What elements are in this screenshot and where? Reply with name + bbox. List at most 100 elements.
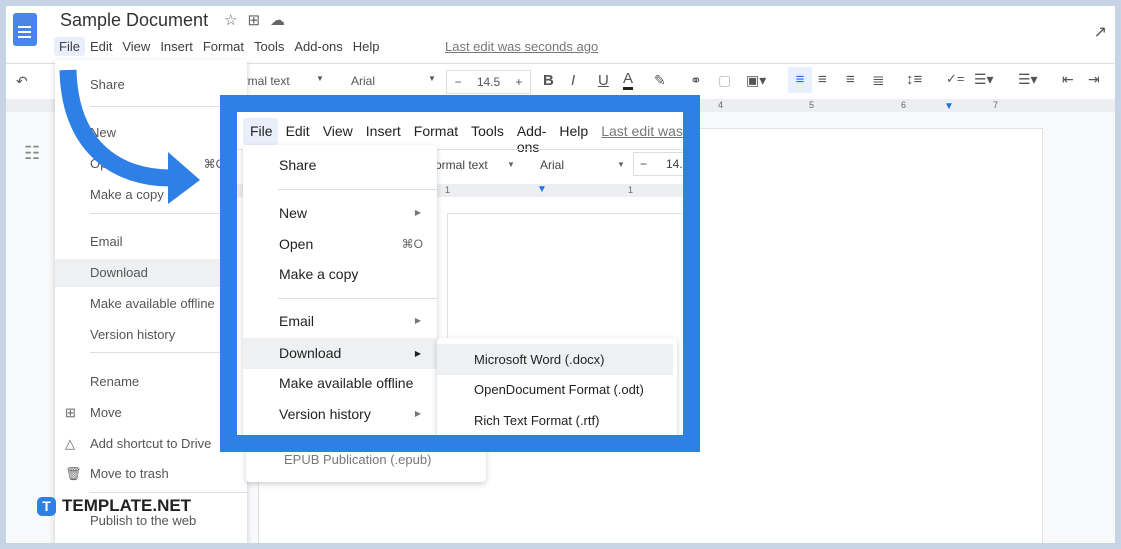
numbered-list-icon[interactable]: ☰▾ <box>1018 71 1038 88</box>
menu-item-share[interactable]: Share <box>243 151 437 179</box>
cloud-status-icon[interactable]: ☁ <box>270 12 295 29</box>
ruler-tick: 7 <box>993 100 999 110</box>
menu-addons[interactable]: Add-ons <box>289 37 347 56</box>
folder-move-icon: ⊞ <box>65 405 76 420</box>
menu-tools[interactable]: Tools <box>471 123 504 155</box>
chevron-down-icon: ▼ <box>617 160 625 169</box>
menu-addons[interactable]: Add-ons <box>517 123 547 155</box>
last-edit-link[interactable]: Last edit was seconds ago <box>445 39 598 54</box>
download-submenu: Microsoft Word (.docx) OpenDocument Form… <box>437 338 677 435</box>
undo-icon[interactable]: ↶ <box>16 73 28 90</box>
image-icon[interactable]: ▣▾ <box>746 72 766 89</box>
menu-help[interactable]: Help <box>559 123 588 155</box>
menu-view[interactable]: View <box>117 37 155 56</box>
menu-item-email[interactable]: Email <box>55 228 247 256</box>
align-right-icon[interactable]: ≡ <box>846 71 855 88</box>
line-spacing-icon[interactable]: ↕≡ <box>906 71 922 88</box>
menu-bar: File Edit View Insert Format Tools Add-o… <box>54 37 385 56</box>
text-color-button[interactable]: A <box>623 70 634 90</box>
shortcut: ⌘O <box>401 237 423 251</box>
template-logo-icon: T <box>37 496 56 516</box>
document-title[interactable]: Sample Document <box>60 10 208 31</box>
menu-item-open[interactable]: Open ⌘O <box>243 230 437 258</box>
menu-file[interactable]: File <box>54 37 85 56</box>
justify-icon[interactable]: ≣ <box>872 71 885 89</box>
ruler-tick: 1 <box>445 185 451 195</box>
increase-indent-icon[interactable]: ⇥ <box>1088 71 1100 88</box>
ruler-tick: 4 <box>718 100 724 110</box>
submenu-arrow-icon: ▶ <box>414 409 421 418</box>
chevron-down-icon: ▼ <box>507 160 515 169</box>
activity-trend-icon[interactable]: ↗ <box>1094 22 1107 42</box>
menu-edit[interactable]: Edit <box>85 37 117 56</box>
ruler-tick: 5 <box>809 100 815 110</box>
increase-size-button[interactable]: + <box>515 75 522 89</box>
menu-item-odt[interactable]: OpenDocument Format (.odt) <box>437 376 677 404</box>
menu-item-download[interactable]: Download <box>55 259 247 287</box>
submenu-arrow-icon: ▶ <box>414 349 421 358</box>
menu-format[interactable]: Format <box>198 37 249 56</box>
menu-item-email[interactable]: Email ▶ <box>243 307 437 335</box>
italic-button[interactable]: I <box>571 72 575 89</box>
template-net-watermark: T TEMPLATE.NET <box>37 496 191 516</box>
menu-item-trash[interactable]: 🗑 Move to trash <box>55 460 247 488</box>
menu-item-rename[interactable]: Rename <box>55 368 247 396</box>
menu-item-copy[interactable]: Make a copy <box>243 260 437 288</box>
outline-icon[interactable]: ☷ <box>24 143 40 164</box>
menu-item-docx[interactable]: Microsoft Word (.docx) <box>437 344 673 375</box>
comment-icon[interactable]: ▢ <box>718 72 731 89</box>
font-size-value[interactable]: 14.5 <box>477 75 500 89</box>
link-icon[interactable]: ⚭ <box>690 72 702 89</box>
chevron-down-icon: ▼ <box>428 74 436 83</box>
submenu-arrow-icon: ▶ <box>414 208 421 217</box>
decrease-size-button[interactable]: − <box>640 157 647 171</box>
ruler-tick: 6 <box>901 100 907 110</box>
menu-item-version-history[interactable]: Version history <box>55 321 247 349</box>
header: Sample Document ☆⊞☁ File Edit View Inser… <box>6 6 1115 62</box>
underline-button[interactable]: U <box>598 72 609 89</box>
highlight-icon[interactable]: ✎ <box>654 72 666 89</box>
indent-marker-icon[interactable]: ▼ <box>537 184 547 195</box>
menu-item-new[interactable]: New ▶ <box>243 199 437 227</box>
menu-item-version-history[interactable]: Version history ▶ <box>243 400 437 428</box>
label: Download <box>279 345 342 361</box>
menu-item-download[interactable]: Download ▶ <box>243 338 437 369</box>
move-folder-icon[interactable]: ⊞ <box>247 12 270 29</box>
label: Move to trash <box>90 466 169 481</box>
decrease-indent-icon[interactable]: ⇤ <box>1062 71 1074 88</box>
font-size-value[interactable]: 14.5 <box>666 157 683 171</box>
menu-item-add-shortcut[interactable]: △ Add shortcut to Drive <box>55 430 247 458</box>
align-left-icon[interactable]: ≡ <box>788 67 812 93</box>
font-size-stepper[interactable]: − 14.5 <box>633 152 683 176</box>
trash-icon: 🗑 <box>65 466 82 481</box>
menu-item-rtf[interactable]: Rich Text Format (.rtf) <box>437 407 677 435</box>
zoomed-callout: File Edit View Insert Format Tools Add-o… <box>220 95 700 452</box>
font-select[interactable]: Arial <box>351 74 375 88</box>
menu-tools[interactable]: Tools <box>249 37 289 56</box>
label: New <box>279 205 308 221</box>
menu-item-offline[interactable]: Make available offline <box>243 369 437 397</box>
style-select[interactable]: ormal text <box>435 158 488 172</box>
label: Open <box>279 236 314 252</box>
decrease-size-button[interactable]: − <box>455 75 462 89</box>
bold-button[interactable]: B <box>543 72 554 89</box>
indent-marker-icon[interactable]: ▼ <box>944 101 954 112</box>
font-size-stepper[interactable]: − 14.5 + <box>446 70 531 94</box>
menu-help[interactable]: Help <box>348 37 385 56</box>
docs-logo-icon[interactable] <box>13 13 37 46</box>
menu-item-epub[interactable]: EPUB Publication (.epub) <box>284 452 431 467</box>
checklist-icon[interactable]: ✓= <box>946 71 964 87</box>
ruler-tick: 1 <box>628 185 634 195</box>
file-menu: Share New ▶ Open ⌘O Make a copy Email ▶ Dow… <box>243 145 437 435</box>
bullet-list-icon[interactable]: ☰▾ <box>974 71 994 88</box>
label: Version history <box>279 406 371 422</box>
curved-arrow-icon <box>59 69 200 204</box>
star-icon[interactable]: ☆ <box>224 12 247 29</box>
menu-item-move[interactable]: ⊞ Move <box>55 399 247 427</box>
label: Email <box>279 313 315 329</box>
menu-item-offline[interactable]: Make available offline <box>55 290 247 318</box>
last-edit-link[interactable]: Last edit was seconds ago <box>601 123 683 155</box>
font-select[interactable]: Arial <box>540 158 564 172</box>
align-center-icon[interactable]: ≡ <box>818 71 827 88</box>
menu-insert[interactable]: Insert <box>155 37 198 56</box>
